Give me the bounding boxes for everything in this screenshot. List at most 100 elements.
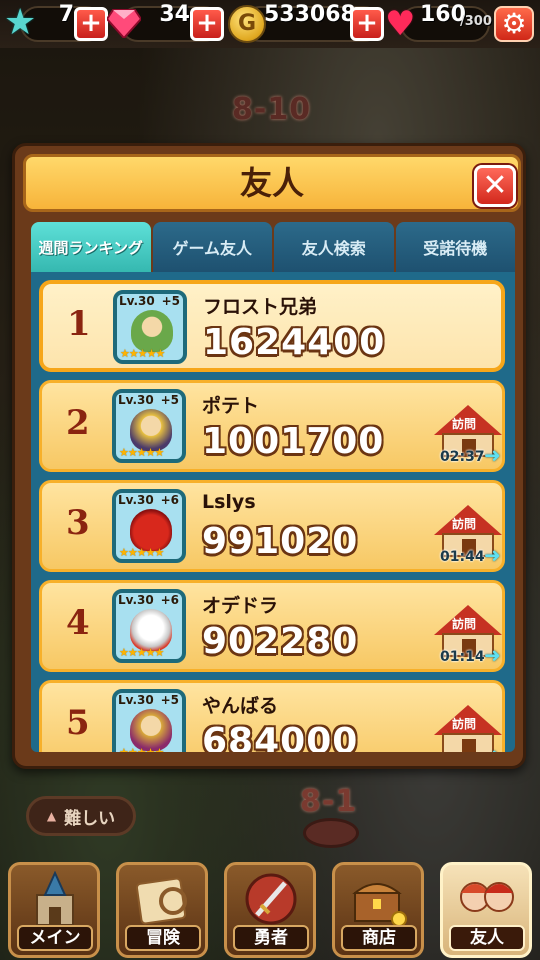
close-button[interactable]: ✕ — [474, 165, 516, 207]
nav-friends[interactable]: 友人 — [440, 862, 532, 958]
hero-level: Lv.30 — [118, 593, 154, 607]
arrow-right-icon: ➜ — [484, 643, 501, 667]
tab-pending-requests[interactable]: 受諾待機 — [395, 222, 515, 272]
buy-gems-button[interactable]: + — [190, 7, 224, 41]
treasure-chest-icon — [352, 883, 407, 927]
nav-label: 友人 — [449, 925, 525, 951]
player-name: ポテト — [202, 395, 260, 417]
visit-label: 訪問 — [452, 417, 477, 431]
tab-game-friends[interactable]: ゲーム友人 — [152, 222, 272, 272]
map-icon — [135, 877, 187, 925]
arrow-right-icon: ➜ — [484, 743, 501, 752]
tab-friend-search[interactable]: 友人検索 — [274, 222, 394, 272]
hero-avatar[interactable]: Lv.30 +5 ★★★★★ — [112, 389, 186, 463]
hero-level: Lv.30 — [118, 393, 154, 407]
sword-shield-icon — [245, 873, 297, 925]
arrow-right-icon: ➜ — [484, 443, 501, 467]
friends-dialog: 友人 ✕ 週間ランキング ゲーム友人 友人検索 受諾待機 1 Lv.30 +5 … — [12, 143, 526, 769]
visit-timer: 01:44 — [440, 549, 485, 565]
hero-portrait — [130, 709, 172, 751]
hero-avatar[interactable]: Lv.30 +6 ★★★★★ — [112, 589, 186, 663]
player-name: Lslys — [202, 491, 256, 513]
hero-avatar[interactable]: Lv.30 +6 ★★★★★ — [112, 489, 186, 563]
arrow-right-icon: ➜ — [484, 543, 501, 567]
visit-label: 訪問 — [452, 517, 477, 531]
ranking-row[interactable]: 2 Lv.30 +5 ★★★★★ ポテト 1001700 訪問 ➜ 02:37 — [39, 380, 505, 472]
visit-label: 訪問 — [452, 617, 477, 631]
hero-portrait — [131, 310, 173, 352]
hero-plus: +5 — [160, 393, 179, 407]
hero-plus: +5 — [160, 693, 179, 707]
hero-level: Lv.30 — [118, 493, 154, 507]
hero-level: Lv.30 — [119, 294, 155, 308]
visit-button[interactable]: 訪問 ➜ 02:37 — [434, 399, 504, 469]
difficulty-toggle-button[interactable]: ▲ 難しい — [26, 796, 136, 836]
heart-icon: ♥ — [385, 4, 416, 44]
player-name: オデドラ — [202, 595, 279, 617]
hero-plus: +5 — [161, 294, 180, 308]
friends-icon — [460, 882, 514, 912]
gold-coin-icon: G — [228, 5, 266, 43]
house-door — [462, 739, 476, 752]
nav-main[interactable]: メイン — [8, 862, 100, 958]
nav-adventure[interactable]: 冒険 — [116, 862, 208, 958]
visit-button[interactable]: 訪問 ➜ 01:14 — [434, 599, 504, 669]
nav-label: メイン — [17, 925, 93, 951]
triangle-up-icon: ▲ — [46, 809, 57, 823]
visit-timer: 02:37 — [440, 449, 485, 465]
stars-value: 7 — [58, 2, 74, 27]
dialog-title: 友人 — [239, 164, 304, 202]
buy-gold-button[interactable]: + — [350, 7, 384, 41]
visit-button[interactable]: 訪問 ➜ 01:44 — [434, 499, 504, 569]
nav-label: 勇者 — [233, 925, 309, 951]
gems-value: 34 — [159, 2, 190, 27]
hero-avatar[interactable]: Lv.30 +5 ★★★★★ — [112, 689, 186, 752]
settings-button[interactable]: ⚙ — [494, 6, 534, 42]
nav-shop[interactable]: 商店 — [332, 862, 424, 958]
dialog-title-bar: 友人 ✕ — [23, 154, 521, 212]
player-score: 1001700 — [202, 421, 385, 462]
visit-button[interactable]: 訪問 ➜ — [434, 699, 504, 752]
hero-portrait — [130, 509, 172, 551]
rank-number: 1 — [67, 304, 91, 344]
player-name: やんばる — [202, 695, 279, 717]
castle-icon — [36, 871, 74, 926]
hero-level: Lv.30 — [118, 693, 154, 707]
ranking-row[interactable]: 1 Lv.30 +5 ★★★★★ フロスト兄弟 1624400 — [39, 280, 505, 372]
player-name: フロスト兄弟 — [203, 296, 318, 318]
stamina-value: 160 — [420, 2, 466, 27]
hero-portrait — [130, 609, 172, 651]
resource-bar: ★ 7 + 34 + G 533068 + ♥ 160 /300 ⚙ — [0, 0, 540, 48]
ranking-row[interactable]: 3 Lv.30 +6 ★★★★★ Lslys 991020 訪問 ➜ 01:44 — [39, 480, 505, 572]
rank-number: 2 — [66, 403, 90, 443]
rank-number: 5 — [66, 703, 90, 743]
star-icon: ★ — [4, 2, 37, 43]
friends-tabs: 週間ランキング ゲーム友人 友人検索 受諾待機 — [31, 222, 515, 272]
hero-portrait — [130, 409, 172, 451]
ranking-row[interactable]: 4 Lv.30 +6 ★★★★★ オデドラ 902280 訪問 ➜ 01:14 — [39, 580, 505, 672]
close-icon: ✕ — [482, 168, 508, 203]
ranking-row[interactable]: 5 Lv.30 +5 ★★★★★ やんばる 684000 訪問 ➜ — [39, 680, 505, 752]
stamina-max: /300 — [460, 14, 492, 29]
gear-icon: ⚙ — [501, 7, 527, 40]
hero-avatar[interactable]: Lv.30 +5 ★★★★★ — [113, 290, 187, 364]
visit-timer: 01:14 — [440, 649, 485, 665]
hero-stars: ★★★★★ — [119, 546, 164, 559]
nav-heroes[interactable]: 勇者 — [224, 862, 316, 958]
hero-stars: ★★★★★ — [120, 347, 165, 360]
player-score: 684000 — [202, 721, 359, 752]
tab-weekly-ranking[interactable]: 週間ランキング — [31, 222, 151, 272]
stage-node — [303, 818, 359, 848]
hero-plus: +6 — [160, 493, 179, 507]
ranking-list[interactable]: 1 Lv.30 +5 ★★★★★ フロスト兄弟 1624400 2 Lv.30 … — [31, 272, 515, 752]
hero-plus: +6 — [160, 593, 179, 607]
gold-value: 533068 — [264, 2, 356, 27]
bottom-navigation: メイン 冒険 勇者 商店 友人 — [0, 858, 540, 960]
rank-number: 4 — [66, 603, 90, 643]
nav-label: 冒険 — [125, 925, 201, 951]
player-score: 991020 — [202, 521, 359, 562]
gem-icon — [107, 9, 141, 38]
buy-stars-button[interactable]: + — [74, 7, 108, 41]
stage-marker-top: 8-10 — [232, 92, 312, 127]
hero-stars: ★★★★★ — [119, 646, 164, 659]
